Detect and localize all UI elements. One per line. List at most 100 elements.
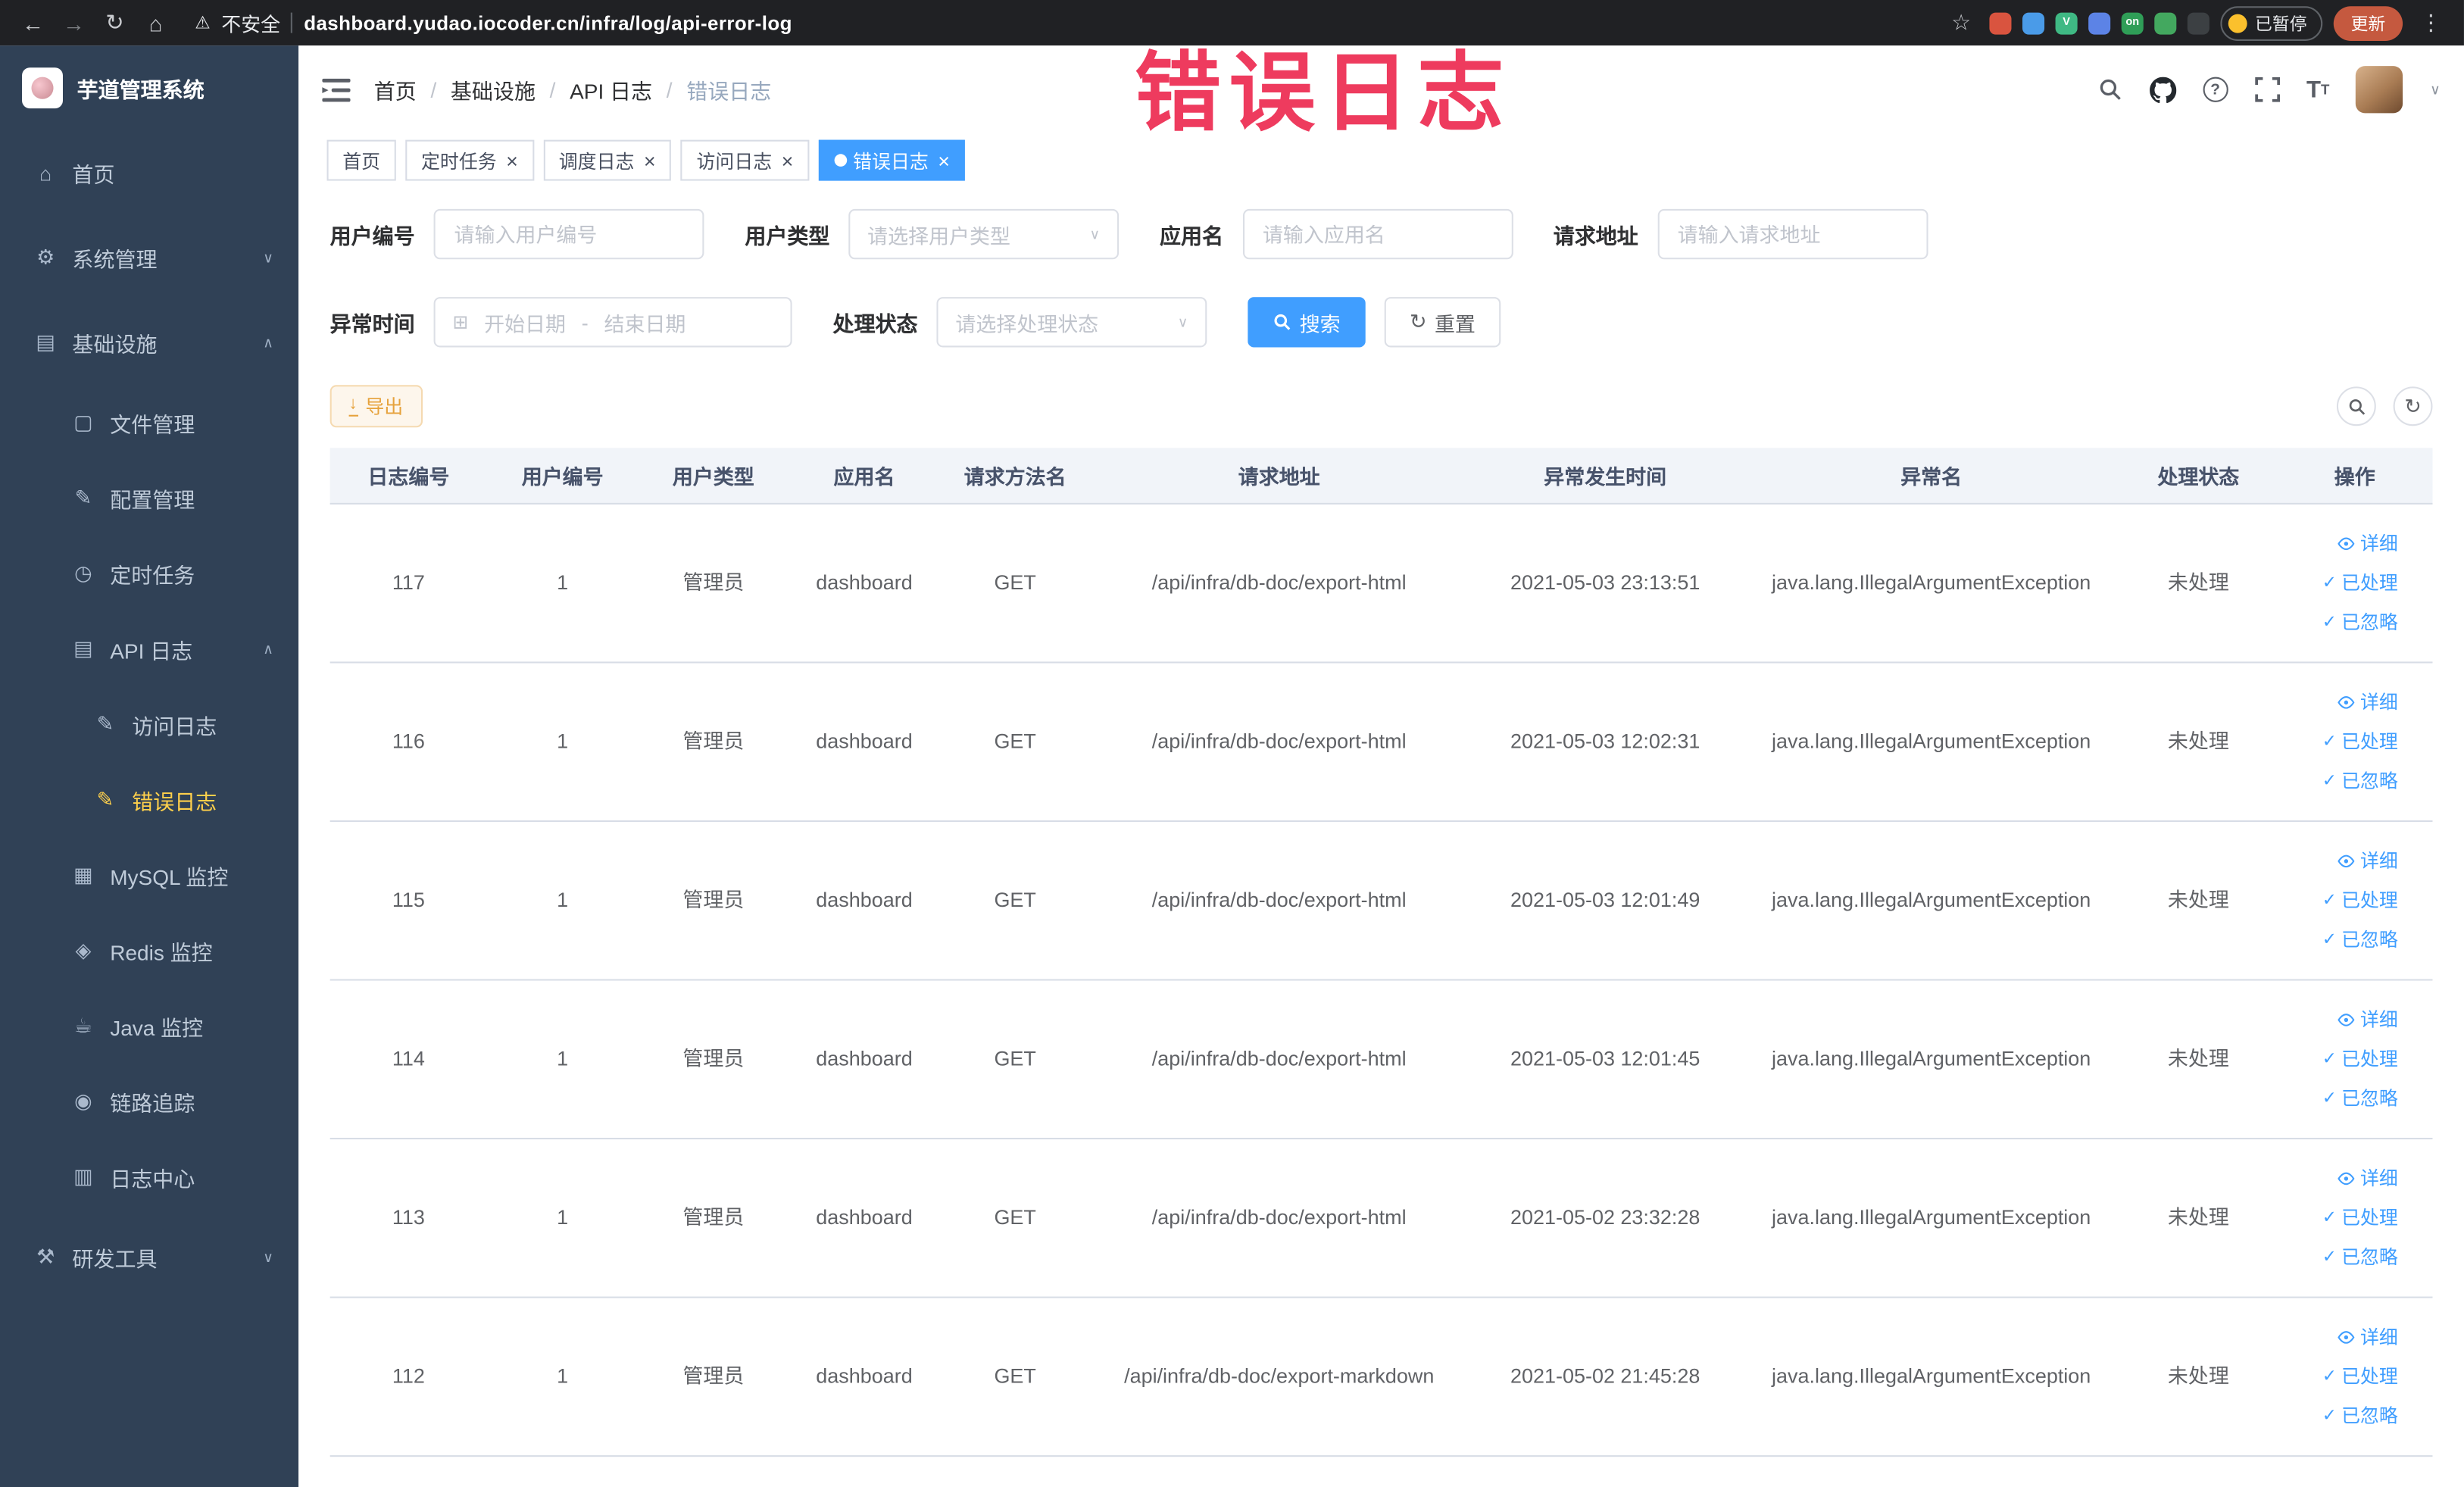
detail-link[interactable]: 详细 [2337,1164,2398,1192]
green-leaf-extension-icon[interactable] [2154,11,2177,34]
ignored-link[interactable]: ✓ 已忽略 [2322,1084,2398,1112]
log-id-cell: 116 [392,729,425,754]
tab-访问日志[interactable]: 访问日志 × [680,139,810,181]
export-button[interactable]: ↓ 导出 [329,385,423,428]
logo[interactable]: 芋道管理系统 [0,45,298,130]
sidebar-item-label: API 日志 [110,639,193,664]
blue-grid-extension-icon[interactable] [2088,11,2111,34]
tab-错误日志[interactable]: 错误日志 × [818,139,966,181]
calendar-icon: ⊞ [452,311,469,333]
forward-icon[interactable]: → [57,5,92,40]
avatar[interactable] [2356,66,2403,114]
sidebar-item-infrastructure[interactable]: ▤ 基础设施 ∧ [0,300,298,385]
user-id-cell: 1 [557,1047,569,1071]
process-status-label: 处理状态 [832,312,918,336]
security-label: 不安全 [221,14,281,36]
sidebar-item-home[interactable]: ⌂ 首页 [0,130,298,215]
user-id-cell: 1 [557,1364,569,1389]
red-circle-extension-icon[interactable] [1989,11,2012,34]
ignored-link[interactable]: ✓ 已忽略 [2322,1243,2398,1271]
blue-drop-extension-icon[interactable] [2022,11,2045,34]
fullscreen-icon[interactable] [2254,77,2280,102]
address-bar[interactable]: ⚠ 不安全 dashboard.yudao.iocoder.cn/infra/l… [180,8,1938,37]
sidebar-item-log-center[interactable]: ▥ 日志中心 [0,1139,298,1215]
sidebar-item-java-monitor[interactable]: ☕ Java 监控 [0,989,298,1064]
detail-link[interactable]: 详细 [2337,530,2398,558]
sidebar-item-mysql-monitor[interactable]: ▦ MySQL 监控 [0,838,298,914]
back-icon[interactable]: ← [16,5,51,40]
tab-首页[interactable]: 首页 [326,139,396,181]
exception-time-cell: 2021-05-02 21:45:28 [1510,1364,1700,1389]
browser-home-icon[interactable]: ⌂ [139,5,173,40]
tab-定时任务[interactable]: 定时任务 × [405,139,534,181]
tab-close-icon[interactable]: × [938,150,950,170]
breadcrumb-item[interactable]: API 日志 [570,74,652,105]
ignored-link[interactable]: ✓ 已忽略 [2322,767,2398,795]
search-button[interactable]: 搜索 [1248,297,1366,348]
detail-link[interactable]: 详细 [2337,689,2398,717]
app-name-input[interactable] [1241,208,1513,260]
search-icon[interactable] [2097,77,2122,102]
help-icon[interactable]: ? [2203,77,2228,102]
user-id-input[interactable] [433,208,704,260]
sidebar-item-file-management[interactable]: ▢ 文件管理 [0,385,298,461]
update-button[interactable]: 更新 [2333,5,2403,40]
user-id-cell: 1 [557,570,569,595]
process-status-select[interactable]: 请选择处理状态 ∨ [936,297,1207,348]
paused-label: 已暂停 [2255,14,2307,34]
processed-link[interactable]: ✓ 已处理 [2322,1045,2398,1073]
sidebar-item-scheduled-jobs[interactable]: ◷ 定时任务 [0,536,298,611]
sidebar-item-label: 首页 [72,163,115,187]
processed-link[interactable]: ✓ 已处理 [2322,1204,2398,1232]
processed-link[interactable]: ✓ 已处理 [2322,569,2398,597]
exception-time-range[interactable]: ⊞ 开始日期 - 结束日期 [433,297,792,348]
font-size-icon[interactable]: TT [2306,77,2329,103]
ignored-link[interactable]: ✓ 已忽略 [2322,1402,2398,1430]
refresh-button[interactable]: ↻ [2393,386,2433,426]
chevron-down-icon[interactable]: ∨ [2430,81,2441,98]
reload-icon[interactable]: ↻ [98,5,133,40]
sidebar-item-api-logs[interactable]: ▤ API 日志 ∧ [0,611,298,687]
reset-button[interactable]: ↻ 重置 [1384,297,1501,348]
tab-close-icon[interactable]: × [506,150,518,170]
check-icon: ✓ [2322,573,2337,592]
table-row: 115 1 管理员 dashboard GET/api/infra/db-doc/exp… [329,822,2433,981]
actions-cell: 详细 ✓ 已处理 ✓ 已忽略 [2277,1164,2432,1271]
paused-badge[interactable]: 已暂停 [2220,5,2323,40]
ignored-link[interactable]: ✓ 已忽略 [2322,608,2398,636]
dark-pin-extension-icon[interactable] [2187,11,2209,34]
user-type-select[interactable]: 请选择用户类型 ∨ [848,208,1120,260]
onetab-extension-icon[interactable]: on [2121,11,2144,34]
tab-close-icon[interactable]: × [782,150,794,170]
sidebar-item-error-log[interactable]: ✎ 错误日志 [0,762,298,838]
processed-link[interactable]: ✓ 已处理 [2322,886,2398,914]
tab-label: 调度日志 [558,150,635,173]
search-toggle-button[interactable] [2336,386,2376,426]
sidebar-item-access-log[interactable]: ✎ 访问日志 [0,687,298,763]
column-header: 应用名 [833,465,895,489]
processed-link[interactable]: ✓ 已处理 [2322,728,2398,756]
vue-devtools-extension-icon[interactable]: V [2055,11,2078,34]
github-icon[interactable] [2149,76,2176,103]
browser-menu-icon[interactable]: ⋮ [2414,5,2449,40]
detail-link[interactable]: 详细 [2337,1323,2398,1351]
processed-link[interactable]: ✓ 已处理 [2322,1363,2398,1391]
ignored-link[interactable]: ✓ 已忽略 [2322,926,2398,954]
detail-link[interactable]: 详细 [2337,847,2398,875]
sidebar-item-dev-tools[interactable]: ⚒ 研发工具 ∨ [0,1215,298,1300]
bookmark-star-icon[interactable]: ☆ [1944,5,1978,40]
request-url-input[interactable] [1657,208,1928,260]
table-row: 116 1 管理员 dashboard GET/api/infra/db-doc/exp… [329,663,2433,823]
hamburger-icon[interactable] [322,77,351,102]
app-name-label: 应用名 [1160,224,1224,248]
sidebar-item-system-management[interactable]: ⚙ 系统管理 ∨ [0,215,298,300]
tab-调度日志[interactable]: 调度日志 × [543,139,672,181]
eye-icon [2338,696,2355,709]
breadcrumb-item[interactable]: 首页 [374,74,417,105]
breadcrumb-item[interactable]: 基础设施 [451,74,536,105]
sidebar-item-trace[interactable]: ◉ 链路追踪 [0,1064,298,1140]
tab-close-icon[interactable]: × [644,150,656,170]
sidebar-item-config-management[interactable]: ✎ 配置管理 [0,461,298,536]
detail-link[interactable]: 详细 [2337,1006,2398,1034]
sidebar-item-redis-monitor[interactable]: ◈ Redis 监控 [0,913,298,989]
